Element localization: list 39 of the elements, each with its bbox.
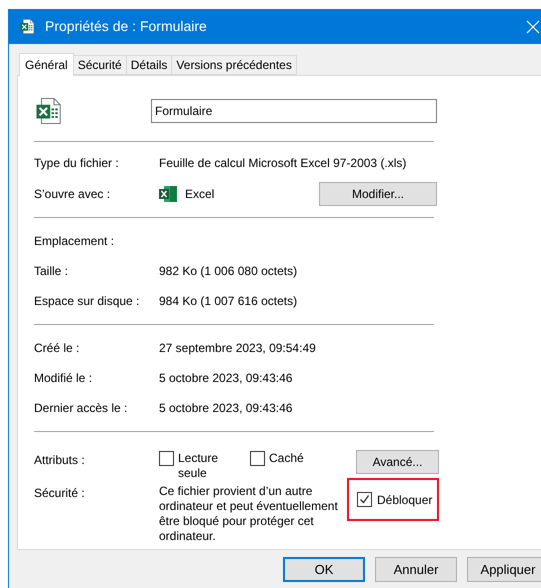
spreadsheet-file-icon (19, 18, 36, 35)
field-label: Attributs : (34, 452, 86, 469)
field-label: Emplacement : (34, 233, 116, 250)
field-label: Espace sur disque : (34, 293, 140, 310)
file-name-field[interactable]: Formulaire (151, 99, 437, 123)
close-icon[interactable] (526, 20, 540, 34)
dialog-button[interactable]: Annuler (375, 557, 457, 582)
checkbox[interactable] (357, 492, 372, 507)
checkbox-label[interactable]: Lecture seule (178, 451, 228, 481)
field-label: Modifié le : (34, 370, 94, 387)
spreadsheet-file-icon (34, 96, 64, 126)
field-label: Taille : (34, 263, 70, 280)
dialog-button[interactable]: Appliquer (467, 557, 541, 582)
field-label: Type du fichier : (34, 155, 120, 172)
field-label: Dernier accès le : (34, 400, 128, 417)
field-label: Sécurité : (34, 485, 86, 502)
dialog-button[interactable]: Avancé... (356, 450, 439, 474)
field-value: Excel (185, 186, 214, 202)
field-label: Créé le : (34, 340, 80, 357)
tab[interactable]: Sécurité (74, 55, 127, 75)
security-message: Ce fichier provient d’un autre ordinateur et peut éventuellement être bloqué pour protéger cet ordinateur. (159, 484, 339, 544)
window-title: Propriétés de : Formulaire (45, 17, 208, 36)
checkbox[interactable] (250, 451, 265, 466)
field-value: 27 septembre 2023, 09:54:49 (159, 340, 316, 357)
field-value: 5 octobre 2023, 09:43:46 (159, 400, 292, 417)
field-value: 5 octobre 2023, 09:43:46 (159, 370, 292, 387)
dialog-button[interactable]: OK (283, 557, 365, 582)
spreadsheet-app-icon (159, 186, 177, 202)
checkbox-label[interactable]: Débloquer (377, 490, 432, 508)
field-value: Feuille de calcul Microsoft Excel 97-2003 (.xls) (159, 155, 406, 172)
tab[interactable]: Détails (126, 55, 172, 75)
field-value: 984 Ko (1 007 616 octets) (159, 293, 298, 310)
checkbox[interactable] (159, 451, 174, 466)
dialog-button[interactable]: Modifier... (319, 182, 437, 206)
checkbox-label[interactable]: Caché (269, 451, 304, 466)
tab[interactable]: Général (19, 53, 74, 76)
field-label: S’ouvre avec : (34, 186, 112, 202)
tab[interactable]: Versions précédentes (172, 55, 297, 75)
field-value: 982 Ko (1 006 080 octets) (159, 263, 298, 280)
